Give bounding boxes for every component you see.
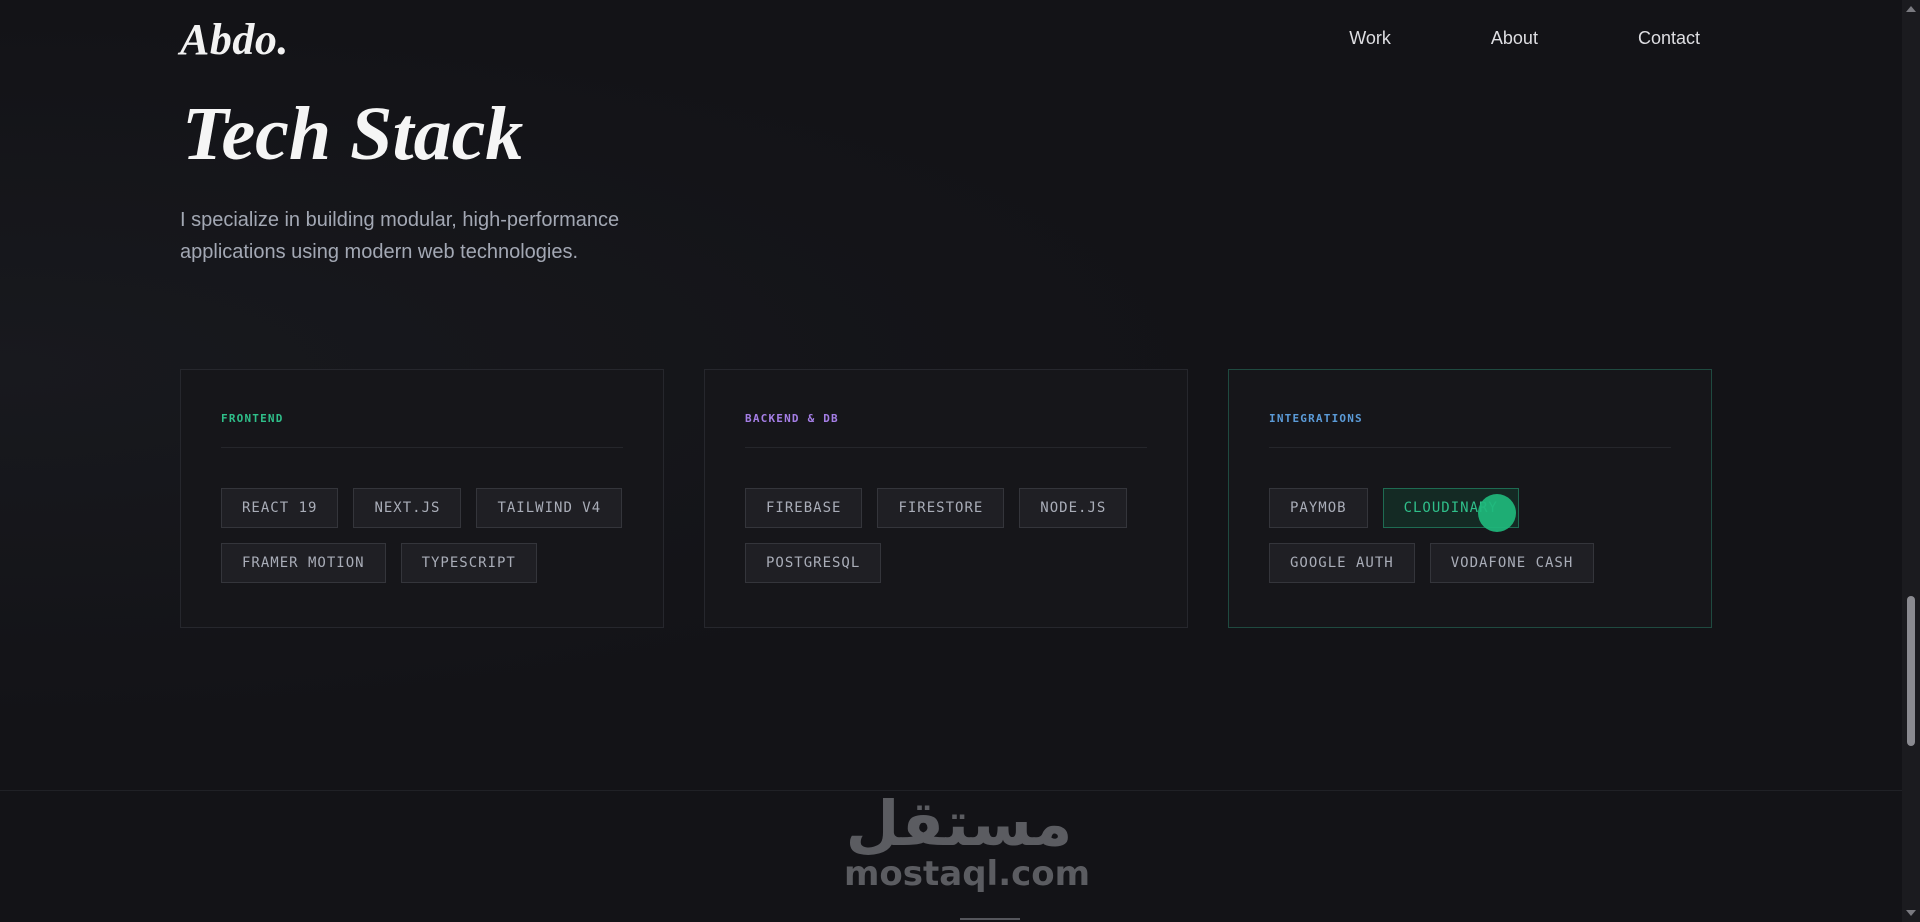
main-nav: Work About Contact [1249, 28, 1700, 49]
tag-list: REACT 19 NEXT.JS TAILWIND V4 FRAMER MOTI… [221, 488, 623, 583]
tech-stack-cards: FRONTEND REACT 19 NEXT.JS TAILWIND V4 FR… [180, 369, 1712, 628]
page: Abdo. Work About Contact Tech Stack I sp… [0, 0, 1920, 922]
tech-tag[interactable]: FIRESTORE [877, 488, 1005, 528]
card-title: BACKEND & DB [745, 412, 1147, 448]
footer-bar [960, 918, 1020, 920]
site-logo[interactable]: Abdo. [180, 14, 289, 65]
card-integrations: INTEGRATIONS PAYMOB CLOUDINARY GOOGLE AU… [1228, 369, 1712, 628]
tech-tag[interactable]: VODAFONE CASH [1429, 543, 1595, 583]
watermark: مستقل mostaql.com [844, 787, 1091, 895]
page-subtitle: I specialize in building modular, high-p… [180, 209, 620, 263]
card-frontend: FRONTEND REACT 19 NEXT.JS TAILWIND V4 FR… [180, 369, 664, 628]
cursor-follower-dot [1477, 494, 1516, 532]
tech-tag[interactable]: NEXT.JS [353, 488, 462, 528]
tag-list: FIREBASE FIRESTORE NODE.JS POSTGRESQL [745, 488, 1147, 583]
tech-tag[interactable]: TYPESCRIPT [400, 543, 537, 583]
tech-tag[interactable]: PAYMOB [1269, 488, 1368, 528]
vertical-scrollbar[interactable] [1902, 0, 1920, 922]
tech-tag-hovered[interactable]: CLOUDINARY [1382, 488, 1519, 532]
tech-tag[interactable]: GOOGLE AUTH [1269, 543, 1415, 583]
tech-tag[interactable]: POSTGRESQL [745, 543, 882, 583]
page-title: Tech Stack [182, 92, 524, 176]
nav-link-about[interactable]: About [1491, 28, 1538, 49]
tag-list: PAYMOB CLOUDINARY GOOGLE AUTH VODAFONE C… [1269, 488, 1671, 583]
card-backend-db: BACKEND & DB FIREBASE FIRESTORE NODE.JS … [704, 369, 1188, 628]
scroll-up-arrow-icon[interactable] [1906, 6, 1916, 12]
tech-tag[interactable]: TAILWIND V4 [476, 488, 623, 528]
scroll-thumb[interactable] [1907, 596, 1915, 746]
tech-tag[interactable]: FIREBASE [745, 488, 863, 528]
scroll-down-arrow-icon[interactable] [1906, 910, 1916, 916]
card-title: FRONTEND [221, 412, 623, 448]
card-title: INTEGRATIONS [1269, 412, 1671, 448]
watermark-latin: mostaql.com [844, 854, 1091, 895]
nav-link-work[interactable]: Work [1349, 28, 1391, 49]
tech-tag[interactable]: FRAMER MOTION [221, 543, 386, 583]
tech-tag[interactable]: REACT 19 [221, 488, 339, 528]
tech-tag[interactable]: NODE.JS [1019, 488, 1128, 528]
nav-link-contact[interactable]: Contact [1638, 28, 1700, 49]
watermark-arabic: مستقل [845, 787, 1073, 860]
